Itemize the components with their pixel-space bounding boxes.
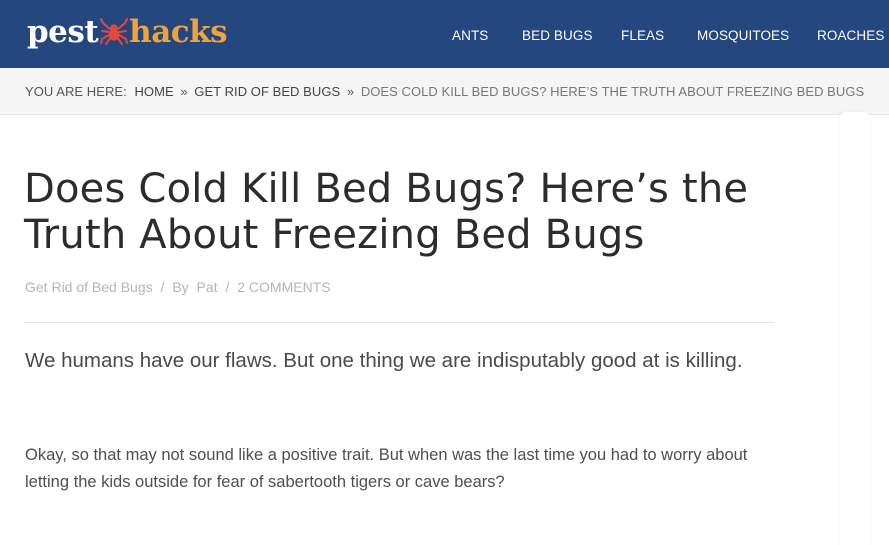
article-paragraph: Okay, so that may not sound like a posit…	[25, 446, 748, 491]
sidebar-edge	[840, 112, 870, 545]
main-nav: ANTS BED BUGS FLEAS MOSQUITOES ROACHES	[0, 28, 889, 48]
article-meta: Get Rid of Bed Bugs / By Pat / 2 COMMENT…	[25, 279, 331, 295]
meta-author-link[interactable]: Pat	[197, 279, 218, 295]
site-header: pest hacks ANTS BED BUGS FLEAS MOSQUITOE…	[0, 0, 889, 68]
nav-item-fleas[interactable]: FLEAS	[621, 28, 664, 43]
nav-item-mosquitoes[interactable]: MOSQUITOES	[697, 28, 789, 43]
breadcrumb-separator: »	[346, 84, 355, 99]
article-title: Does Cold Kill Bed Bugs? Here’s the Trut…	[24, 166, 749, 258]
divider	[25, 322, 774, 323]
nav-item-bed-bugs[interactable]: BED BUGS	[522, 28, 593, 43]
breadcrumb-prefix: YOU ARE HERE:	[25, 84, 127, 99]
breadcrumb-home-link[interactable]: HOME	[134, 84, 173, 99]
meta-category-link[interactable]: Get Rid of Bed Bugs	[25, 279, 153, 295]
meta-comments-link[interactable]: 2 COMMENTS	[237, 279, 330, 295]
breadcrumb: YOU ARE HERE: HOME » GET RID OF BED BUGS…	[25, 84, 864, 99]
meta-separator: /	[225, 279, 230, 295]
breadcrumb-category-link[interactable]: GET RID OF BED BUGS	[194, 84, 340, 99]
nav-item-ants[interactable]: ANTS	[452, 28, 488, 43]
breadcrumb-separator: »	[180, 84, 188, 99]
breadcrumb-current: DOES COLD KILL BED BUGS? HERE’S THE TRUT…	[360, 84, 865, 99]
breadcrumb-bar: YOU ARE HERE: HOME » GET RID OF BED BUGS…	[0, 68, 889, 115]
meta-separator: /	[160, 279, 165, 295]
meta-author-prefix: By	[172, 279, 189, 295]
nav-item-roaches[interactable]: ROACHES	[817, 28, 884, 43]
article-lead: We humans have our flaws. But one thing …	[25, 349, 743, 372]
